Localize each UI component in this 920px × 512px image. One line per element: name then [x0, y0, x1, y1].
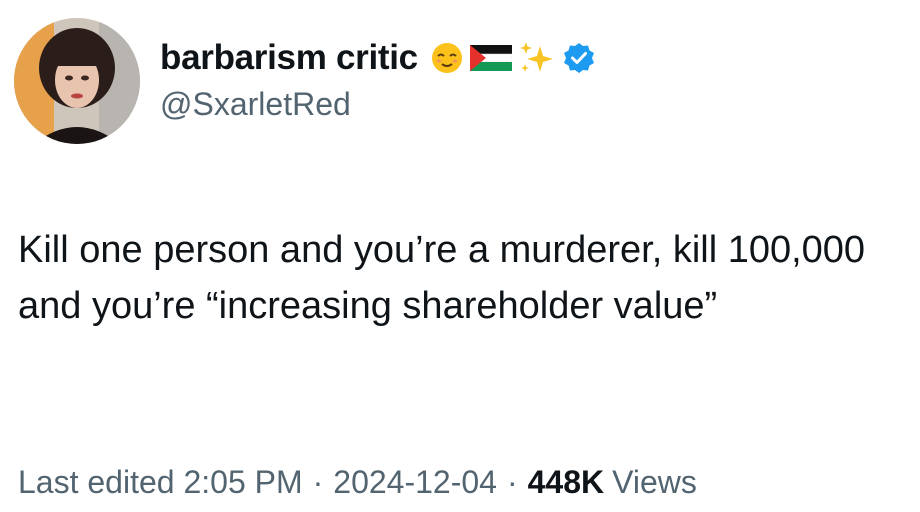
avatar[interactable]	[14, 18, 140, 144]
author-display-name[interactable]: barbarism critic	[160, 38, 418, 78]
author-name-row: barbarism critic	[160, 32, 596, 84]
meta-separator: ·	[506, 464, 518, 500]
tweet-time[interactable]: 2:05 PM	[183, 464, 302, 501]
views-count[interactable]: 448K	[528, 464, 605, 501]
name-emoji-group	[430, 40, 596, 76]
relieved-face-emoji-icon	[431, 43, 462, 73]
sparkles-emoji-icon	[519, 42, 553, 72]
author-handle[interactable]: @SxarletRed	[160, 86, 351, 123]
meta-separator: ·	[312, 464, 324, 500]
edited-label[interactable]: Last edited	[18, 464, 175, 501]
verified-badge-icon[interactable]	[562, 41, 596, 75]
avatar-image	[14, 18, 140, 144]
tweet-meta: Last edited 2:05 PM · 2024-12-04 · 448K …	[18, 464, 697, 501]
palestine-flag-emoji-icon	[469, 45, 512, 71]
tweet-text: Kill one person and you’re a murderer, k…	[18, 229, 866, 327]
tweet-date[interactable]: 2024-12-04	[333, 464, 497, 501]
views-label[interactable]: Views	[612, 464, 697, 501]
